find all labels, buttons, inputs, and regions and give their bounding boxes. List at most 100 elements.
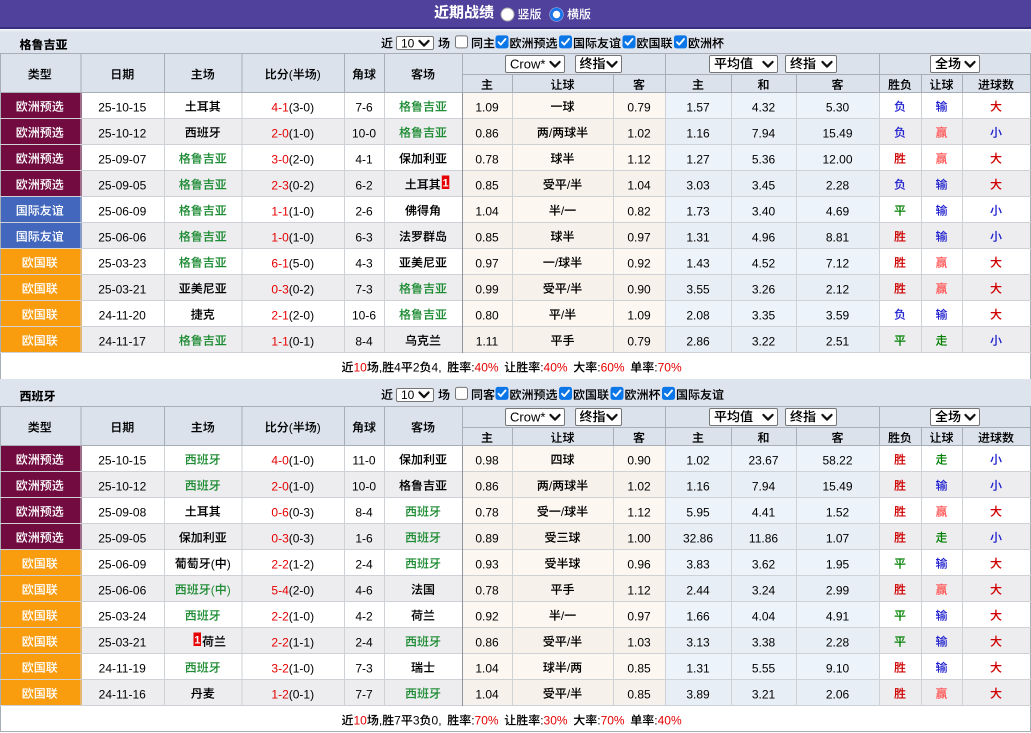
svg-text:23.67: 23.67 — [748, 453, 778, 467]
svg-text:0.90: 0.90 — [627, 282, 651, 296]
svg-text:1.16: 1.16 — [686, 479, 710, 493]
svg-text:4-1: 4-1 — [355, 152, 373, 166]
svg-text:4.52: 4.52 — [752, 256, 776, 270]
svg-text:2.08: 2.08 — [686, 308, 710, 322]
svg-text:8-4: 8-4 — [355, 505, 373, 519]
svg-text:,: , — [379, 361, 382, 375]
svg-text:Crow*: Crow* — [510, 57, 545, 72]
svg-text:25-03-21: 25-03-21 — [98, 282, 146, 296]
svg-text:25-03-24: 25-03-24 — [98, 609, 146, 623]
svg-text:15.49: 15.49 — [822, 479, 852, 493]
svg-text:2-4: 2-4 — [355, 635, 373, 649]
svg-text:1.04: 1.04 — [475, 661, 499, 675]
svg-text:1.12: 1.12 — [627, 583, 651, 597]
svg-text:0.79: 0.79 — [627, 100, 651, 114]
svg-text:/: / — [549, 126, 553, 140]
svg-text:4-1(3-0): 4-1(3-0) — [271, 100, 314, 114]
svg-text:(: ( — [289, 68, 293, 82]
svg-text:3.38: 3.38 — [752, 635, 776, 649]
svg-text:0.78: 0.78 — [475, 152, 499, 166]
svg-text:0.79: 0.79 — [627, 334, 651, 348]
svg-text:0.97: 0.97 — [475, 256, 499, 270]
svg-text:2.44: 2.44 — [686, 583, 710, 597]
svg-text:4.91: 4.91 — [826, 609, 850, 623]
svg-text:3.55: 3.55 — [686, 282, 710, 296]
svg-text:0.90: 0.90 — [627, 453, 651, 467]
svg-text:1.66: 1.66 — [686, 609, 710, 623]
svg-text:3.45: 3.45 — [752, 178, 776, 192]
svg-text:0.89: 0.89 — [475, 531, 499, 545]
svg-text:25-10-12: 25-10-12 — [98, 126, 146, 140]
svg-text:0.92: 0.92 — [627, 256, 651, 270]
svg-text:/: / — [549, 479, 553, 493]
svg-text:1.52: 1.52 — [826, 505, 850, 519]
svg-text:5.95: 5.95 — [686, 505, 710, 519]
svg-text:3.89: 3.89 — [686, 687, 710, 701]
svg-text:2.06: 2.06 — [826, 687, 850, 701]
svg-text:7: 7 — [394, 714, 401, 728]
svg-text:25-03-23: 25-03-23 — [98, 256, 146, 270]
svg-text:3.62: 3.62 — [752, 557, 776, 571]
svg-text:3-2(1-0): 3-2(1-0) — [271, 661, 314, 675]
svg-text:25-10-12: 25-10-12 — [98, 479, 146, 493]
svg-text:0.96: 0.96 — [627, 557, 651, 571]
svg-text:1.31: 1.31 — [686, 661, 710, 675]
svg-text:1-0(1-0): 1-0(1-0) — [271, 230, 314, 244]
svg-text:1.12: 1.12 — [627, 505, 651, 519]
svg-text:3-0(2-0): 3-0(2-0) — [271, 152, 314, 166]
svg-text:4.96: 4.96 — [752, 230, 776, 244]
svg-text:2-0(1-0): 2-0(1-0) — [271, 126, 314, 140]
svg-text:1.11: 1.11 — [476, 334, 499, 348]
svg-text:10-6: 10-6 — [352, 308, 376, 322]
svg-text:11.86: 11.86 — [749, 531, 778, 545]
svg-text:2.99: 2.99 — [826, 583, 850, 597]
svg-text:2: 2 — [413, 361, 420, 375]
svg-text:15.49: 15.49 — [822, 126, 852, 140]
svg-text:10: 10 — [401, 388, 415, 402]
svg-text:1.00: 1.00 — [627, 531, 651, 545]
svg-text:/: / — [567, 178, 571, 192]
svg-text:): ) — [317, 421, 321, 435]
svg-text:0.82: 0.82 — [627, 204, 651, 218]
svg-text:2-4: 2-4 — [355, 557, 373, 571]
svg-text:0.92: 0.92 — [475, 609, 499, 623]
svg-text:0-3(0-2): 0-3(0-2) — [271, 282, 314, 296]
svg-text:6-1(5-0): 6-1(5-0) — [271, 256, 314, 270]
svg-text:32.86: 32.86 — [683, 531, 713, 545]
svg-text:3.24: 3.24 — [752, 583, 776, 597]
svg-text:70%: 70% — [658, 361, 682, 375]
svg-text:3.13: 3.13 — [686, 635, 710, 649]
svg-text:(: ( — [211, 583, 215, 597]
svg-text:3.21: 3.21 — [752, 687, 776, 701]
svg-text:25-06-09: 25-06-09 — [98, 204, 146, 218]
svg-text:11-0: 11-0 — [352, 453, 375, 467]
svg-text:24-11-20: 24-11-20 — [99, 308, 146, 322]
svg-text:60%: 60% — [601, 361, 625, 375]
svg-text:0.97: 0.97 — [627, 609, 651, 623]
svg-text:0.86: 0.86 — [475, 479, 499, 493]
svg-text:7.12: 7.12 — [826, 256, 850, 270]
svg-text:0.98: 0.98 — [475, 453, 499, 467]
svg-text:70%: 70% — [475, 714, 499, 728]
svg-text:3.59: 3.59 — [826, 308, 850, 322]
svg-text:4-2: 4-2 — [355, 609, 373, 623]
svg-text:6-2: 6-2 — [355, 178, 373, 192]
svg-text:2.86: 2.86 — [686, 334, 710, 348]
svg-text:1.02: 1.02 — [627, 126, 651, 140]
svg-text:2-6: 2-6 — [355, 204, 373, 218]
svg-text:0.85: 0.85 — [627, 661, 651, 675]
svg-text:2-2(1-1): 2-2(1-1) — [271, 635, 314, 649]
svg-text:0.85: 0.85 — [627, 687, 651, 701]
svg-text:1.09: 1.09 — [627, 308, 651, 322]
svg-text:3.35: 3.35 — [752, 308, 776, 322]
svg-text:4-3: 4-3 — [355, 256, 373, 270]
svg-text:0-3(0-3): 0-3(0-3) — [271, 531, 314, 545]
svg-text:10-0: 10-0 — [352, 479, 376, 493]
svg-text:1.09: 1.09 — [475, 100, 499, 114]
svg-text:7-7: 7-7 — [355, 687, 373, 701]
svg-text:2.12: 2.12 — [826, 282, 850, 296]
svg-text:8.81: 8.81 — [826, 230, 850, 244]
svg-text:2.51: 2.51 — [826, 334, 850, 348]
svg-text:4.69: 4.69 — [826, 204, 850, 218]
svg-text:7-6: 7-6 — [355, 100, 373, 114]
